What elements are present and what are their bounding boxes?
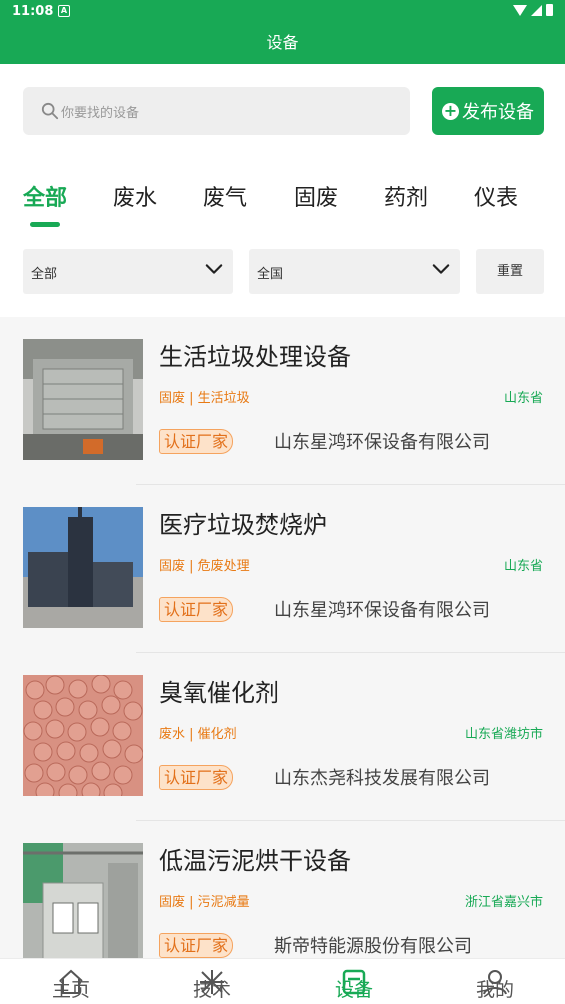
nav-device[interactable]: 设备 <box>319 959 389 1004</box>
item-location: 浙江省嘉兴市 <box>464 895 543 910</box>
search-icon <box>41 102 59 120</box>
tab-chemicals[interactable]: 药剂 <box>384 180 428 212</box>
item-title: 医疗垃圾焚烧炉 <box>159 511 327 539</box>
publish-device-label: 发布设备 <box>462 102 534 123</box>
tab-wastewater[interactable]: 废水 <box>113 180 157 212</box>
certified-badge: 认证厂家 <box>159 933 233 958</box>
signal-icon <box>531 4 542 16</box>
item-location: 山东省潍坊市 <box>464 727 543 742</box>
publish-device-button[interactable]: + 发布设备 <box>432 87 544 135</box>
nav-tech[interactable]: 技术 <box>177 959 247 1004</box>
item-company: 山东杰尧科技发展有限公司 <box>274 768 490 789</box>
tab-exhaust-gas[interactable]: 废气 <box>203 180 247 212</box>
item-company: 斯帝特能源股份有限公司 <box>274 936 472 957</box>
equipment-photo <box>23 507 143 628</box>
certified-badge: 认证厂家 <box>159 597 233 622</box>
nav-profile[interactable]: 我的 <box>460 959 530 1004</box>
list-item[interactable]: 生活垃圾处理设备 固废 | 生活垃圾 山东省 认证厂家 山东星鸿环保设备有限公司 <box>0 317 565 485</box>
item-location: 山东省 <box>503 559 543 574</box>
equipment-photo <box>23 843 143 964</box>
category-filter-select[interactable]: 全部 <box>23 249 233 294</box>
item-tags: 废水 | 催化剂 <box>159 727 237 742</box>
active-tab-indicator <box>30 222 60 227</box>
item-tags: 固废 | 污泥减量 <box>159 895 250 910</box>
chevron-down-icon <box>205 264 223 274</box>
equipment-photo <box>23 339 143 460</box>
item-company: 山东星鸿环保设备有限公司 <box>274 432 490 453</box>
status-bar: 11:08 A <box>0 0 565 24</box>
item-company: 山东星鸿环保设备有限公司 <box>274 600 490 621</box>
item-tags: 固废 | 生活垃圾 <box>159 391 250 406</box>
list-item[interactable]: 臭氧催化剂 废水 | 催化剂 山东省潍坊市 认证厂家 山东杰尧科技发展有限公司 <box>0 653 565 821</box>
nav-profile-label: 我的 <box>475 979 514 1001</box>
status-icons <box>513 4 553 16</box>
wifi-icon <box>513 4 527 16</box>
equipment-photo <box>23 675 143 796</box>
tab-solid-waste[interactable]: 固废 <box>294 180 338 212</box>
nav-home[interactable]: 主页 <box>36 959 106 1004</box>
status-time: 11:08 <box>12 4 54 19</box>
battery-icon <box>546 4 553 16</box>
item-title: 低温污泥烘干设备 <box>159 847 351 875</box>
page-title: 设备 <box>0 24 565 64</box>
search-input[interactable]: 你要找的设备 <box>23 87 410 135</box>
region-filter-select[interactable]: 全国 <box>249 249 460 294</box>
tab-all[interactable]: 全部 <box>23 180 67 212</box>
search-placeholder: 你要找的设备 <box>61 106 140 121</box>
reset-button[interactable]: 重置 <box>476 249 544 294</box>
region-filter-value: 全国 <box>257 267 284 282</box>
top-area: 你要找的设备 + 发布设备 全部 废水 废气 固废 药剂 仪表 全部 全国 重置 <box>0 64 565 317</box>
notification-icon: A <box>58 5 70 17</box>
plus-circle-icon: + <box>442 100 459 120</box>
list-item[interactable]: 医疗垃圾焚烧炉 固废 | 危废处理 山东省 认证厂家 山东星鸿环保设备有限公司 <box>0 485 565 653</box>
chevron-down-icon <box>432 264 450 274</box>
nav-home-label: 主页 <box>51 979 90 1001</box>
item-tags: 固废 | 危废处理 <box>159 559 250 574</box>
item-title: 臭氧催化剂 <box>159 679 279 707</box>
item-location: 山东省 <box>503 391 543 406</box>
tab-instruments[interactable]: 仪表 <box>474 180 518 212</box>
category-filter-value: 全部 <box>31 267 58 282</box>
nav-tech-label: 技术 <box>192 979 231 1001</box>
item-title: 生活垃圾处理设备 <box>159 343 351 371</box>
bottom-nav: 主页 技术 设备 我的 <box>0 958 565 1004</box>
category-tabs: 全部 废水 废气 固废 药剂 仪表 <box>23 180 543 227</box>
certified-badge: 认证厂家 <box>159 765 233 790</box>
nav-device-label: 设备 <box>334 979 373 1001</box>
certified-badge: 认证厂家 <box>159 429 233 454</box>
